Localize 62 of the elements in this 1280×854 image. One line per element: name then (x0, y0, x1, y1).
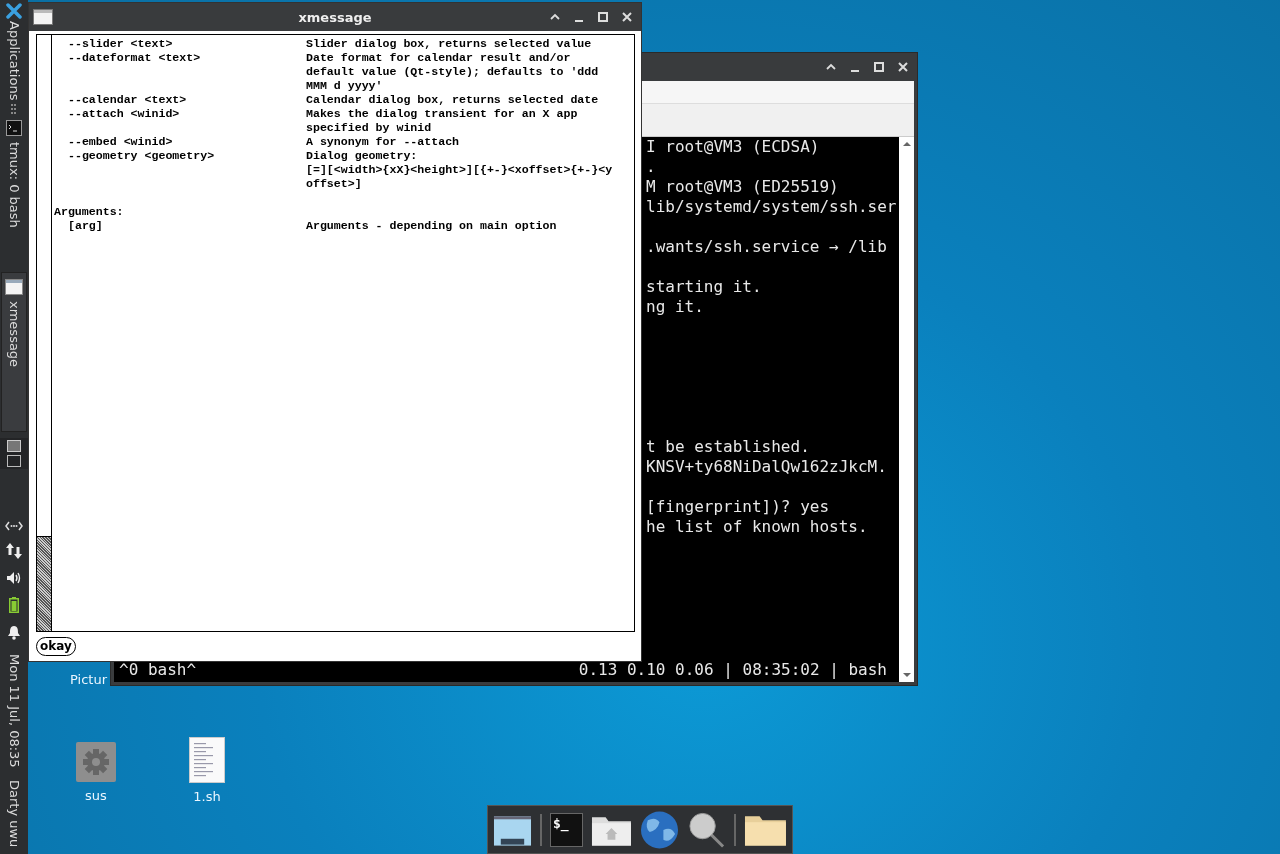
window-title: xmessage (297, 9, 373, 25)
terminal-line: he list of known hosts. (646, 517, 868, 537)
battery-icon (9, 597, 19, 614)
okay-button[interactable]: okay (36, 637, 76, 656)
document-icon[interactable] (189, 737, 225, 783)
status-text: 0.13 0.10 0.06 | 08:35:02 | bash (578, 660, 887, 681)
icon-label[interactable]: sus (85, 788, 107, 804)
option-name: --slider <text> (67, 37, 174, 51)
terminal-line: KNSV+ty68NiDalQw162zJkcM. (646, 457, 887, 477)
applications-menu[interactable]: Applications (6, 21, 22, 101)
option-description: A synonym for --attach (306, 135, 460, 149)
terminal-icon[interactable]: $_ (549, 812, 584, 847)
option-description: Calendar dialog box, returns selected date (306, 93, 599, 107)
terminal-line: . (646, 157, 656, 177)
status-text: ^0 bash^ (119, 660, 197, 681)
terminal-line: .wants/ssh.service → /lib (646, 237, 887, 257)
scrollbar[interactable] (37, 35, 52, 631)
option-name: --attach <winid> (67, 107, 181, 122)
bell-icon (7, 625, 21, 641)
volume-icon (6, 571, 22, 586)
terminal-line: I root@VM3 (ECDSA) (646, 137, 820, 157)
scroll-down-icon[interactable] (901, 672, 912, 678)
window-icon (33, 9, 53, 25)
scroll-up-icon[interactable] (901, 141, 912, 147)
network-icon (5, 521, 23, 532)
option-description: Slider dialog box, returns selected value (306, 37, 592, 51)
terminal-line: M root@VM3 (ED25519) (646, 177, 839, 197)
option-description: Dialog geometry: [=][<width>{xX}<height>][{+-}<xoffset>{+-}<y offset>] (306, 149, 613, 191)
terminal-line: [fingerprint])? yes (646, 497, 830, 517)
icon-label[interactable]: 1.sh (193, 789, 221, 805)
terminal-line: t be established. (646, 437, 810, 457)
icon-label[interactable]: Pictur (70, 672, 107, 688)
grip-icon (11, 104, 17, 115)
option-description: Makes the dialog transient for an X app specified by winid (306, 107, 578, 135)
maximize-icon[interactable] (597, 11, 609, 23)
clock-text[interactable]: Mon 11 Jul, 08:35 (6, 654, 22, 769)
option-name: [arg] (67, 219, 104, 233)
scroll-thumb[interactable] (37, 536, 51, 631)
taskbar-button[interactable]: tmux: 0 bash (1, 116, 27, 233)
taskbar-button[interactable]: xmessage (1, 272, 27, 433)
close-icon[interactable] (897, 61, 909, 73)
close-icon[interactable] (621, 11, 633, 23)
terminal-icon (6, 120, 22, 137)
x-logo-icon[interactable] (6, 3, 22, 19)
scrollbar[interactable] (899, 137, 914, 682)
section-heading: Arguments: (54, 205, 125, 219)
workspace-button[interactable] (7, 455, 21, 468)
maximize-icon[interactable] (873, 61, 885, 73)
transfer-arrows-icon (6, 543, 22, 560)
option-description: Arguments - depending on main option (306, 219, 557, 233)
workspace-button[interactable] (7, 440, 21, 453)
option-name: --embed <winid> (67, 135, 174, 149)
option-name: --geometry <geometry> (67, 149, 216, 164)
option-name: --dateformat <text> (67, 51, 202, 66)
terminal-line: lib/systemd/system/ssh.ser (646, 197, 897, 217)
globe-icon[interactable] (640, 809, 680, 850)
terminal-line: starting it. (646, 277, 762, 297)
option-description: Date format for calendar result and/or default value (Qt-style); defaults to 'ddd MMM d yyyy' (306, 51, 599, 93)
user-name[interactable]: Darty uwu (6, 780, 22, 848)
option-name: --calendar <text> (67, 93, 188, 107)
window-icon (5, 279, 23, 296)
terminal-line: ng it. (646, 297, 704, 317)
